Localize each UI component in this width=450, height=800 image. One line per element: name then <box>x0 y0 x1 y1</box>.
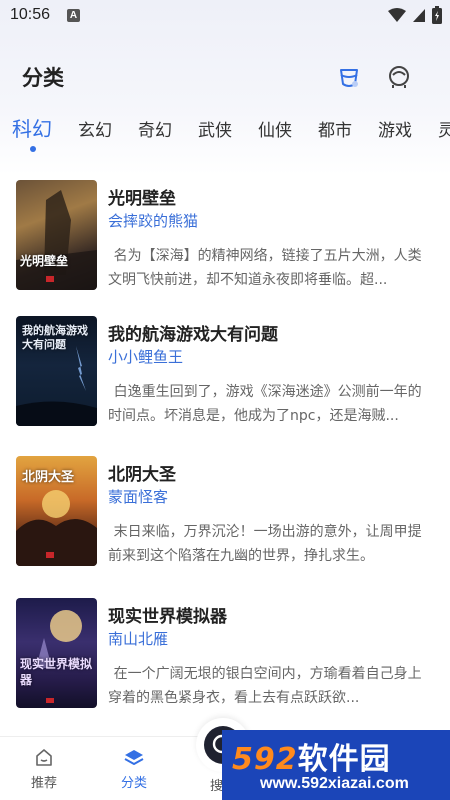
cover-art <box>36 610 82 703</box>
book-author[interactable]: 南山北雁 <box>108 628 168 649</box>
book-title[interactable]: 北阴大圣 <box>108 460 176 485</box>
watermark-url: www.592xiazai.com <box>260 775 409 792</box>
book-cover[interactable]: 光明壁垒 <box>16 180 97 290</box>
book-item[interactable]: 现实世界模拟器 现实世界模拟器 南山北雁 在一个广阔无垠的银白空间内，方瑜看着自… <box>0 598 450 710</box>
tab-xuanhuan[interactable]: 玄幻 <box>78 116 112 141</box>
tab-game[interactable]: 游戏 <box>378 116 412 141</box>
layers-icon <box>124 750 144 765</box>
gift-icon[interactable] <box>336 64 362 90</box>
nav-recommend[interactable]: 推荐 <box>14 747 74 791</box>
battery-icon <box>432 6 442 24</box>
book-author[interactable]: 会摔跤的熊猫 <box>108 210 198 231</box>
page-title: 分类 <box>22 66 64 90</box>
tab-urban[interactable]: 都市 <box>318 116 352 141</box>
book-author[interactable]: 小小鲤鱼王 <box>108 346 183 367</box>
active-tab-indicator <box>30 146 36 152</box>
book-title[interactable]: 现实世界模拟器 <box>108 602 227 627</box>
book-item[interactable]: 我的航海游戏大有问题 我的航海游戏大有问题 小小鲤鱼王 白逸重生回到了，游戏《深… <box>0 316 450 428</box>
cover-title: 现实世界模拟器 <box>20 657 93 687</box>
book-cover[interactable]: 我的航海游戏大有问题 <box>16 316 97 426</box>
cover-art <box>16 190 97 290</box>
tab-ling[interactable]: 灵 <box>438 116 450 141</box>
nav-recommend-label: 推荐 <box>30 776 57 791</box>
book-item[interactable]: 北阴大圣 北阴大圣 蒙面怪客 末日来临，万界沉沦！一场出游的意外，让周甲提前来到… <box>0 456 450 568</box>
book-item[interactable]: 光明壁垒 光明壁垒 会摔跤的熊猫 名为【深海】的精神网络，链接了五片大洲，人类文… <box>0 180 450 292</box>
book-description: 在一个广阔无垠的银白空间内，方瑜看着自己身上穿着的黑色紧身衣，看上去有点跃跃欲.… <box>108 666 422 706</box>
status-indicators <box>388 6 442 24</box>
watermark-logo: 592软件园 www.592xiazai.com <box>222 730 450 800</box>
notification-icon: A <box>67 9 80 22</box>
status-time: 10:56 <box>10 6 51 23</box>
tab-scifi[interactable]: 科幻 <box>12 116 52 142</box>
cover-title: 我的航海游戏大有问题 <box>22 324 88 351</box>
cover-title: 北阴大圣 <box>22 470 75 485</box>
book-cover[interactable]: 北阴大圣 <box>16 456 97 566</box>
book-title[interactable]: 光明壁垒 <box>108 184 176 209</box>
nav-category-label: 分类 <box>120 776 147 791</box>
status-bar: 10:56 A <box>0 0 450 32</box>
cover-title: 光明壁垒 <box>20 254 69 268</box>
nav-category[interactable]: 分类 <box>104 747 164 791</box>
category-tabs: 科幻 玄幻 奇幻 武侠 仙侠 都市 游戏 灵 <box>0 116 450 156</box>
wifi-icon <box>388 8 406 22</box>
home-icon <box>36 749 52 766</box>
tab-wuxia[interactable]: 武侠 <box>198 116 232 141</box>
book-title[interactable]: 我的航海游戏大有问题 <box>108 320 278 345</box>
watermark-brand: 592软件园 <box>232 742 391 777</box>
tab-xianxia[interactable]: 仙侠 <box>258 116 292 141</box>
tab-fantasy[interactable]: 奇幻 <box>138 116 172 141</box>
book-description: 白逸重生回到了，游戏《深海迷途》公测前一年的时间点。坏消息是，他成为了npc，还… <box>108 384 422 424</box>
book-author[interactable]: 蒙面怪客 <box>108 486 168 507</box>
book-description: 名为【深海】的精神网络，链接了五片大洲，人类文明飞快前进，却不知道永夜即将垂临。… <box>108 248 422 288</box>
book-description: 末日来临，万界沉沦！一场出游的意外，让周甲提前来到这个陷落在九幽的世界，挣扎求生… <box>108 524 422 564</box>
user-icon[interactable] <box>386 64 412 90</box>
signal-icon <box>413 9 425 22</box>
book-cover[interactable]: 现实世界模拟器 <box>16 598 97 708</box>
